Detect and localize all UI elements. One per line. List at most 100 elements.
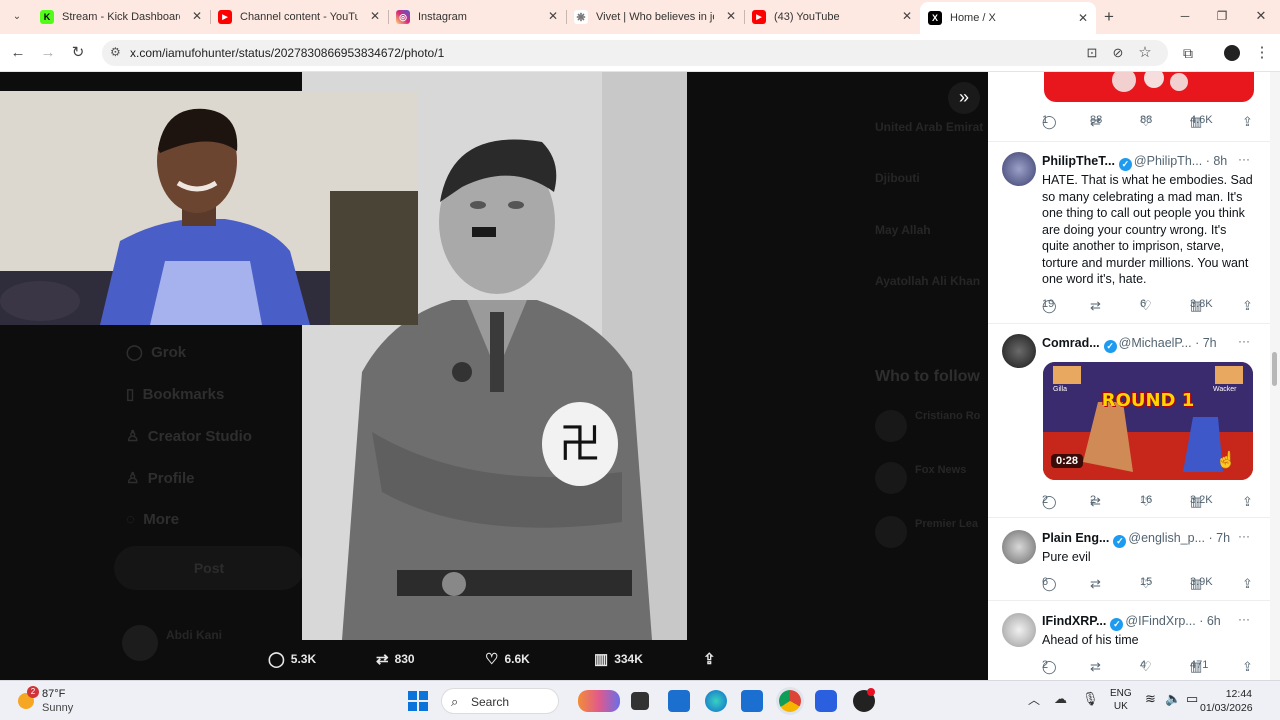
install-app-icon[interactable]: ⊡ xyxy=(1082,43,1102,63)
tab-kick-dashboard[interactable]: K Stream - Kick Dashboard ✕ xyxy=(32,4,210,30)
post-views-count: 334K xyxy=(614,652,643,666)
reply-count: 2 xyxy=(1042,659,1049,671)
post-reposts-stat[interactable]: ⇄ 830 xyxy=(376,650,415,668)
system-tray-chevron-icon[interactable]: ︿ xyxy=(1028,691,1040,708)
background-trend-0: United Arab Emirat xyxy=(875,120,984,134)
reply-author-handle[interactable]: @PhilipTh... xyxy=(1134,154,1202,168)
reply-timestamp[interactable]: · 8h xyxy=(1206,154,1228,168)
share-button[interactable]: ⇪ xyxy=(703,650,722,668)
reply-author-handle[interactable]: @english_p... xyxy=(1128,531,1205,545)
extensions-icon[interactable]: ⧉ xyxy=(1178,43,1198,63)
mail-icon[interactable] xyxy=(741,690,763,712)
window-close-icon[interactable]: ✕ xyxy=(1251,6,1271,26)
microphone-icon[interactable]: 🎙 xyxy=(1082,691,1099,707)
site-info-icon[interactable]: ⚙ xyxy=(110,45,121,59)
reply-count: 1 xyxy=(1042,114,1049,126)
reply-author-name[interactable]: Plain Eng... xyxy=(1042,531,1109,545)
reply-item[interactable]: Comrad... ✓ @MichaelP... · 7h ··· ROUND 1 … xyxy=(988,324,1270,518)
views-count: 4.6K xyxy=(1190,114,1213,126)
video-duration: 0:28 xyxy=(1051,454,1084,468)
clock-time: 12:44 xyxy=(1225,688,1252,700)
volume-icon[interactable]: 🔈 xyxy=(1165,691,1181,707)
tab-instagram[interactable]: ◎ Instagram ✕ xyxy=(388,4,566,30)
close-icon[interactable]: ✕ xyxy=(902,9,912,23)
scrollbar-thumb[interactable] xyxy=(1272,352,1277,386)
cloud-icon[interactable]: ☁ xyxy=(1054,691,1067,707)
post-replies-stat[interactable]: ◯ 5.3K xyxy=(268,650,316,668)
toggle-replies-panel-button[interactable]: » xyxy=(948,82,980,114)
language-indicator[interactable]: ENG UK xyxy=(1110,687,1132,713)
roblox-studio-icon[interactable] xyxy=(815,690,837,712)
like-count: 4 xyxy=(1140,659,1147,671)
reply-image[interactable] xyxy=(1044,72,1254,102)
reply-item[interactable]: IFindXRP... ✓ @IFindXrp... · 6h ··· Ahead … xyxy=(988,601,1270,680)
clock[interactable]: 12:44 01/03/2026 xyxy=(1200,687,1253,715)
reply-author-handle[interactable]: @IFindXrp... xyxy=(1125,614,1195,628)
close-icon[interactable]: ✕ xyxy=(726,9,736,23)
more-options-icon[interactable]: ··· xyxy=(1238,334,1250,348)
tab-search-chevron-icon[interactable]: ⌄ xyxy=(7,7,27,27)
edge-icon[interactable] xyxy=(705,690,727,712)
reply-timestamp[interactable]: · 7h xyxy=(1208,531,1230,545)
windows-start-icon[interactable] xyxy=(408,691,428,711)
background-nav-item-grok: ◯ Grok xyxy=(126,344,187,361)
close-icon[interactable]: ✕ xyxy=(548,9,558,23)
reply-timestamp[interactable]: · 7h xyxy=(1195,336,1217,350)
more-options-icon[interactable]: ··· xyxy=(1238,612,1250,626)
post-replies-count: 5.3K xyxy=(290,652,317,666)
forward-icon[interactable]: → xyxy=(38,43,58,63)
bookmark-star-icon[interactable]: ☆ xyxy=(1135,43,1155,63)
close-icon[interactable]: ✕ xyxy=(1078,11,1088,25)
reply-author-name[interactable]: PhilipTheT... xyxy=(1042,154,1115,168)
tracking-protection-icon[interactable]: ⊘ xyxy=(1108,43,1128,63)
weather-desc: Sunny xyxy=(42,702,74,714)
profile-avatar-icon[interactable] xyxy=(1222,43,1242,63)
avatar[interactable] xyxy=(1002,334,1036,368)
reply-author-name[interactable]: Comrad... xyxy=(1042,336,1100,350)
tab-vivet[interactable]: ❋ Vivet | Who believes in jou ✕ xyxy=(566,4,744,30)
views-count: 3.2K xyxy=(1190,494,1213,506)
background-follow-name-1: Fox News xyxy=(915,464,967,476)
new-tab-icon[interactable]: + xyxy=(1099,7,1119,27)
restore-icon[interactable]: ❐ xyxy=(1212,6,1232,26)
reply-header: Comrad... ✓ @MichaelP... · 7h xyxy=(1042,336,1217,353)
reply-timestamp[interactable]: · 6h xyxy=(1199,614,1221,628)
reply-item[interactable]: ◯ 1 ⇄ 88 ♡ 88 ▥ 4.6K ⇪ xyxy=(988,72,1270,142)
close-icon[interactable]: ✕ xyxy=(370,9,380,23)
reload-icon[interactable]: ↻ xyxy=(68,43,88,63)
post-views-stat[interactable]: ▥ 334K xyxy=(594,650,643,668)
taskbar-search[interactable]: ⌕ Search xyxy=(441,688,559,714)
reply-video[interactable]: ROUND 1 Gilla Wacker 0:28 ☝ xyxy=(1043,362,1253,480)
browser-menu-icon[interactable]: ⋮ xyxy=(1252,43,1272,63)
chrome-icon[interactable] xyxy=(779,690,801,712)
reply-author-name[interactable]: IFindXRP... xyxy=(1042,614,1106,628)
tab-youtube[interactable]: ▶ (43) YouTube ✕ xyxy=(744,4,920,30)
replies-scrollbar[interactable] xyxy=(1270,72,1280,680)
avatar[interactable] xyxy=(1002,613,1036,647)
reply-count: 2 xyxy=(1042,494,1049,506)
address-bar[interactable]: ⚙ x.com/iamufohunter/status/202783086695… xyxy=(102,40,1168,66)
battery-icon[interactable]: ▭ xyxy=(1186,691,1198,707)
file-explorer-icon[interactable] xyxy=(668,690,690,712)
background-follow-avatar xyxy=(875,410,907,442)
minimize-icon[interactable]: ─ xyxy=(1175,6,1195,26)
reply-item[interactable]: Plain Eng... ✓ @english_p... · 7h ··· Pure… xyxy=(988,518,1270,601)
copilot-icon[interactable] xyxy=(578,690,620,712)
region-code: UK xyxy=(1113,701,1128,712)
wifi-icon[interactable]: ≋ xyxy=(1145,691,1156,707)
close-icon[interactable]: ✕ xyxy=(192,9,202,23)
back-icon[interactable]: ← xyxy=(8,43,28,63)
reply-author-handle[interactable]: @MichaelP... xyxy=(1119,336,1192,350)
background-nav-item-creator-studio: ♙ Creator Studio xyxy=(126,428,252,445)
more-options-icon[interactable]: ··· xyxy=(1238,529,1250,543)
avatar[interactable] xyxy=(1002,152,1036,186)
tab-youtube-channel-content[interactable]: ▶ Channel content - YouTube ✕ xyxy=(210,4,388,30)
background-who-to-follow: Who to follow xyxy=(875,368,980,385)
reply-item[interactable]: PhilipTheT... ✓ @PhilipTh... · 8h ··· HATE… xyxy=(988,142,1270,324)
weather-widget[interactable]: 2 87°F Sunny xyxy=(14,686,94,716)
avatar[interactable] xyxy=(1002,530,1036,564)
tab-home-x[interactable]: X Home / X ✕ xyxy=(920,2,1096,34)
task-view-icon[interactable] xyxy=(631,692,649,710)
post-likes-stat[interactable]: ♡ 6.6K xyxy=(485,650,530,668)
more-options-icon[interactable]: ··· xyxy=(1238,152,1250,166)
